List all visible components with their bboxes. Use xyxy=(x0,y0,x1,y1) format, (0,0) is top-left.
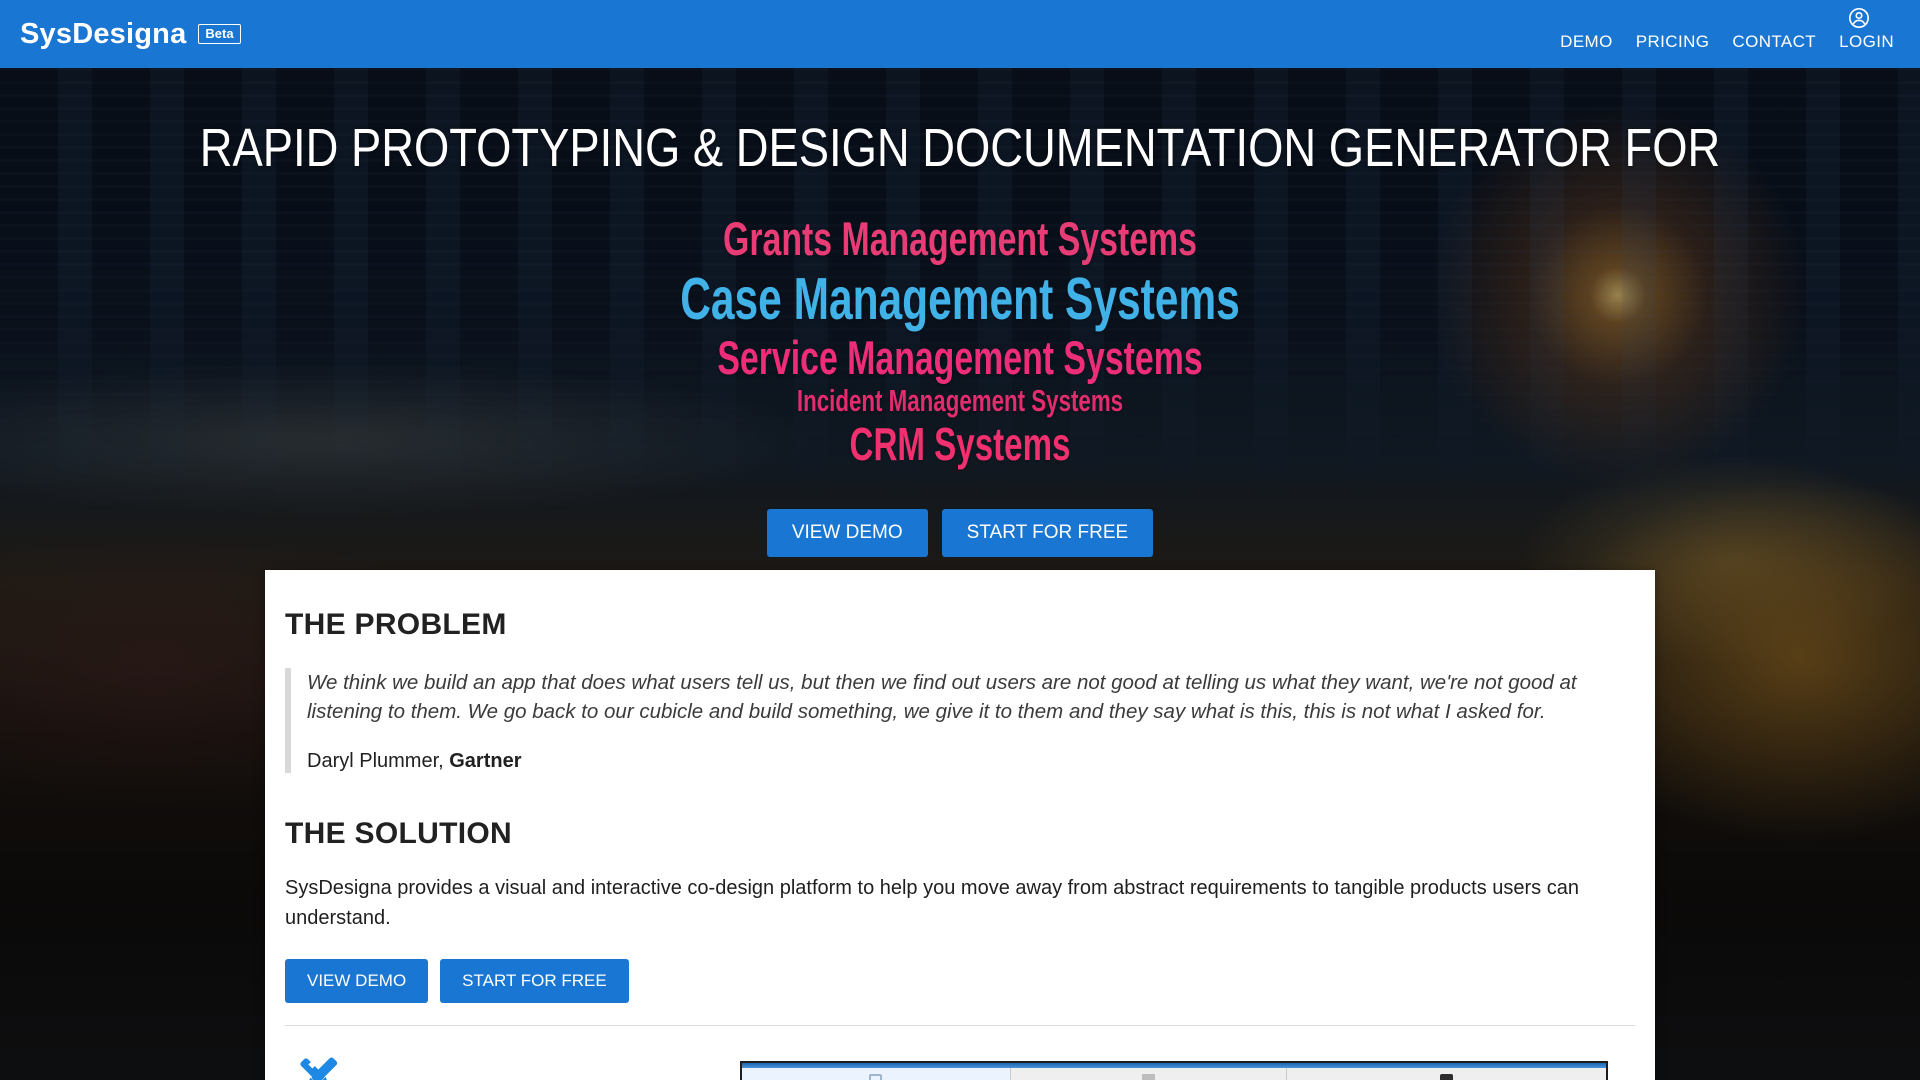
view-demo-button-card[interactable]: VIEW DEMO xyxy=(285,959,428,1003)
panel-1-icon xyxy=(869,1074,882,1080)
start-for-free-button-card[interactable]: START FOR FREE xyxy=(440,959,629,1003)
feature-left xyxy=(285,1050,740,1080)
system-types-list: Grants Management Systems Case Managemen… xyxy=(0,213,1920,471)
nav-link-login[interactable]: LOGIN xyxy=(1839,32,1894,52)
screenshot-panel-3 xyxy=(1286,1068,1606,1080)
quote-attribution-name: Daryl Plummer, xyxy=(307,750,449,772)
hero-title: RAPID PROTOTYPING & DESIGN DOCUMENTATION… xyxy=(154,117,1767,179)
beta-badge: Beta xyxy=(198,24,240,44)
hero-section: RAPID PROTOTYPING & DESIGN DOCUMENTATION… xyxy=(0,68,1920,557)
system-type-incident: Incident Management Systems xyxy=(269,384,1651,419)
feature-row xyxy=(285,1050,1635,1080)
design-services-icon xyxy=(292,1050,344,1080)
nav-link-pricing[interactable]: PRICING xyxy=(1636,32,1710,52)
solution-buttons: VIEW DEMO START FOR FREE xyxy=(285,959,1635,1003)
panel-2-icon xyxy=(1142,1074,1155,1080)
content-card: THE PROBLEM We think we build an app tha… xyxy=(265,570,1655,1080)
account-circle-icon[interactable] xyxy=(1848,7,1870,29)
nav-link-demo[interactable]: DEMO xyxy=(1560,32,1613,52)
brand-name: SysDesigna xyxy=(20,18,186,51)
nav-links: DEMO PRICING CONTACT LOGIN xyxy=(1560,32,1894,52)
view-demo-button[interactable]: VIEW DEMO xyxy=(767,509,928,557)
quote-attribution: Daryl Plummer, Gartner xyxy=(307,750,1635,773)
solution-body: SysDesigna provides a visual and interac… xyxy=(285,873,1600,933)
system-type-service: Service Management Systems xyxy=(269,332,1651,385)
problem-quote-block: We think we build an app that does what … xyxy=(285,668,1635,773)
landing-page: SysDesigna Beta DEMO PRICING CONTACT LOG… xyxy=(0,0,1920,1080)
screenshot-panel-1 xyxy=(742,1068,1010,1080)
screenshot-panel-2 xyxy=(1010,1068,1286,1080)
nav-right: DEMO PRICING CONTACT LOGIN xyxy=(1560,7,1894,52)
top-nav-bar: SysDesigna Beta DEMO PRICING CONTACT LOG… xyxy=(0,0,1920,68)
problem-heading: THE PROBLEM xyxy=(285,608,1635,642)
quote-attribution-org: Gartner xyxy=(449,750,521,772)
nav-link-contact[interactable]: CONTACT xyxy=(1732,32,1816,52)
system-type-crm: CRM Systems xyxy=(269,419,1651,471)
product-screenshot xyxy=(740,1061,1608,1080)
solution-heading: THE SOLUTION xyxy=(285,817,1635,851)
brand[interactable]: SysDesigna Beta xyxy=(20,0,241,68)
system-type-grants: Grants Management Systems xyxy=(269,213,1651,266)
hero-buttons: VIEW DEMO START FOR FREE xyxy=(0,509,1920,557)
product-screenshot-columns xyxy=(742,1068,1606,1080)
system-type-case: Case Management Systems xyxy=(269,266,1651,332)
section-divider xyxy=(285,1025,1635,1026)
start-for-free-button[interactable]: START FOR FREE xyxy=(942,509,1154,557)
panel-3-icon xyxy=(1440,1074,1453,1080)
problem-quote-text: We think we build an app that does what … xyxy=(307,668,1635,726)
